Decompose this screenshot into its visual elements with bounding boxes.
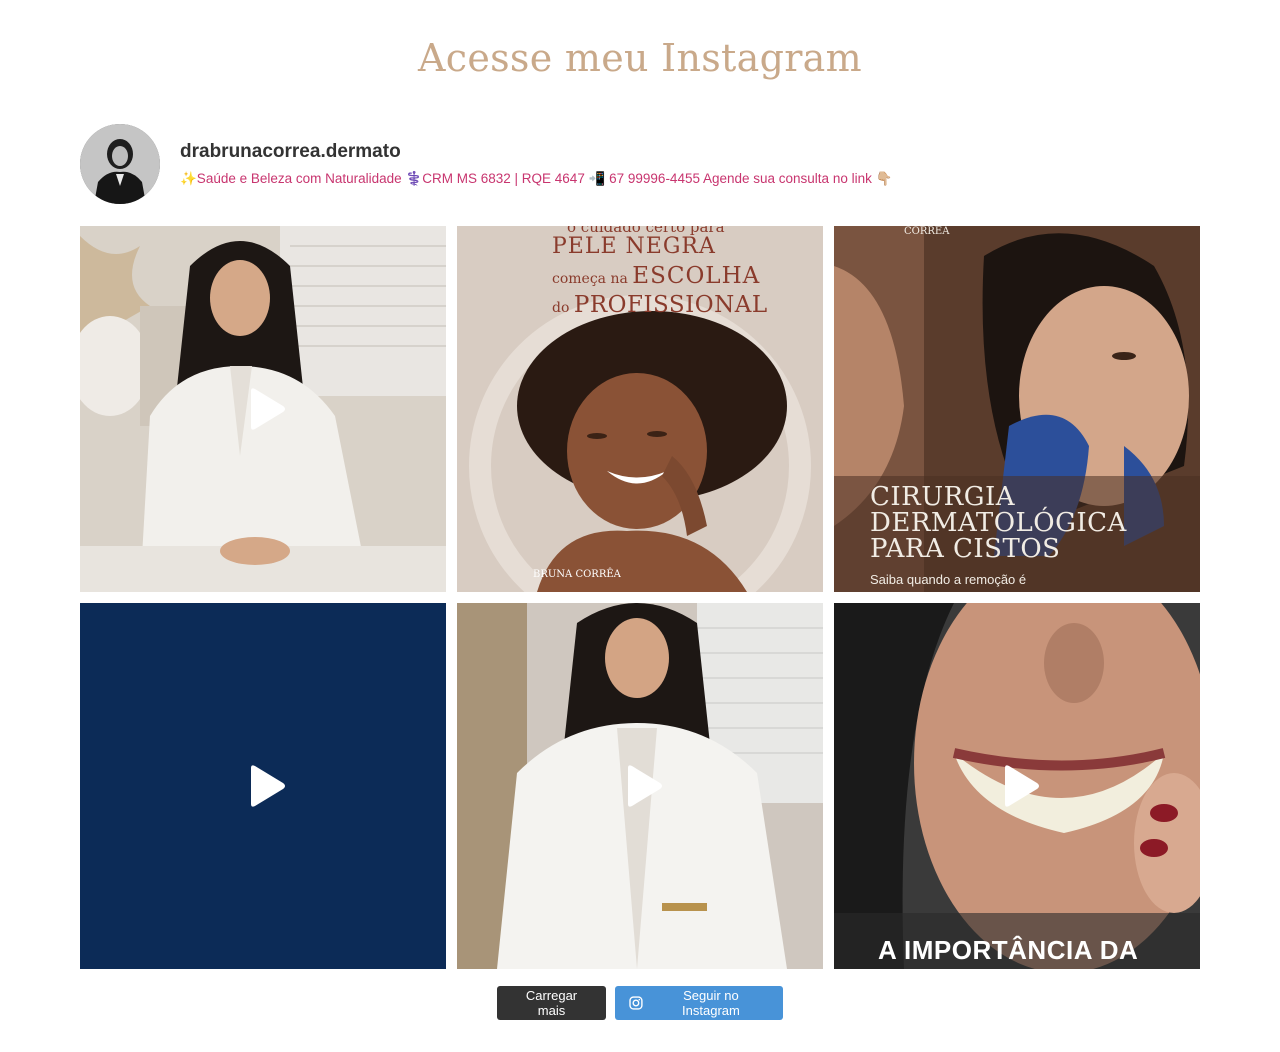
profile-header: drabrunacorrea.dermato ✨Saúde e Beleza c…: [80, 124, 1200, 204]
instagram-icon: [629, 996, 643, 1010]
play-icon: [1005, 765, 1039, 807]
avatar-photo: [80, 124, 160, 204]
play-icon: [251, 765, 285, 807]
profile-bio: ✨Saúde e Beleza com Naturalidade ⚕️CRM M…: [180, 171, 893, 186]
section-title: Acesse meu Instagram: [418, 36, 862, 80]
play-icon: [251, 388, 285, 430]
instagram-feed-section: Acesse meu Instagram drabrunacorrea.derm…: [0, 0, 1280, 1052]
post-tile-4[interactable]: [80, 603, 446, 969]
load-more-label: Carregar mais: [525, 988, 578, 1018]
post-headline: CIRURGIA DERMATOLÓGICA PARA CISTOS: [870, 482, 1127, 564]
post-overlay-text: do PROFISSIONAL: [552, 292, 768, 318]
post-tile-3[interactable]: CORRÊA CIRURGIA DERMATOLÓGICA PARA CISTO…: [834, 226, 1200, 592]
post-overlay-text: PELE NEGRA: [552, 234, 716, 259]
post-tile-1[interactable]: [80, 226, 446, 592]
brand-logo-text: CORRÊA: [904, 226, 950, 237]
post-overlay-text: A IMPORTÂNCIA DA: [878, 935, 1139, 965]
post-tile-6[interactable]: A IMPORTÂNCIA DA: [834, 603, 1200, 969]
follow-instagram-button[interactable]: Seguir no Instagram: [615, 986, 783, 1020]
post-grid: o cuidado certo para PELE NEGRA começa n…: [80, 226, 1200, 969]
profile-username[interactable]: drabrunacorrea.dermato: [180, 141, 401, 163]
post-overlay-text: começa na ESCOLHA: [552, 263, 761, 289]
avatar[interactable]: [80, 124, 160, 204]
load-more-button[interactable]: Carregar mais: [497, 986, 606, 1020]
feed-actions: Carregar mais Seguir no Instagram: [0, 986, 1280, 1020]
post-caption: Saiba quando a remoção é: [870, 572, 1027, 587]
post-tile-2[interactable]: o cuidado certo para PELE NEGRA começa n…: [457, 226, 823, 592]
follow-label: Seguir no Instagram: [682, 988, 740, 1018]
play-icon: [628, 765, 662, 807]
post-tile-5[interactable]: [457, 603, 823, 969]
brand-logo-text: BRUNA CORRÊA: [533, 569, 621, 580]
